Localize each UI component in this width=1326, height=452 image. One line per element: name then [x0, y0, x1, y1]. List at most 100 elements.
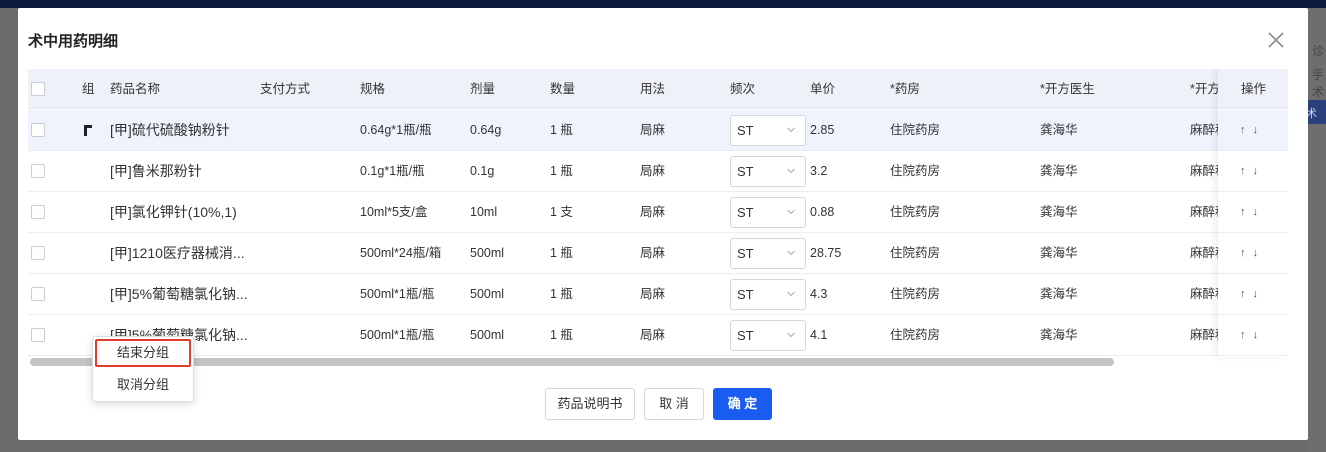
table-row[interactable]: [甲]5%葡萄糖氯化钠... 500ml*1瓶/瓶 500ml 1 瓶局麻 4.1 住院药…	[28, 315, 1288, 356]
frequency-value: ST	[737, 246, 754, 261]
group-start-marker	[84, 125, 92, 136]
frequency-value: ST	[737, 164, 754, 179]
dept-cell: 麻醉科	[1190, 246, 1218, 260]
col-pharmacy: *药房	[890, 82, 920, 96]
chevron-down-icon	[787, 291, 795, 297]
move-arrows[interactable]: ↑ ↓	[1240, 151, 1260, 191]
table-row[interactable]: [甲]鲁米那粉针 0.1g*1瓶/瓶 0.1g 1 瓶 局麻 3.2 住院药房 龚海华 麻醉科 S…	[28, 151, 1288, 192]
pharmacy-cell: 住院药房	[890, 164, 941, 178]
drug-instructions-button[interactable]: 药品说明书	[545, 388, 635, 420]
move-arrows[interactable]: ↑ ↓	[1240, 110, 1260, 150]
cancel-button[interactable]: 取 消	[644, 388, 704, 420]
move-arrows[interactable]: ↑ ↓	[1240, 274, 1260, 314]
drug-name: [甲]氯化钾针(10%,1)	[110, 204, 237, 220]
usage-cell: 局麻	[640, 287, 666, 301]
spec-cell: 0.1g*1瓶/瓶	[360, 164, 425, 178]
usage-cell: 局麻	[640, 205, 666, 219]
background-top-bar	[0, 0, 1326, 8]
frequency-select[interactable]: ST	[730, 238, 806, 269]
frequency-select[interactable]: ST	[730, 115, 806, 146]
row-checkbox[interactable]	[31, 205, 45, 219]
dose-cell: 0.64g	[470, 123, 502, 137]
qty-cell: 1 瓶	[550, 246, 573, 260]
price-cell: 3.2	[810, 164, 828, 178]
doctor-cell: 龚海华	[1040, 205, 1078, 219]
horizontal-scrollbar[interactable]	[28, 357, 1288, 367]
qty-cell: 1 瓶	[550, 328, 573, 342]
row-checkbox[interactable]	[31, 328, 45, 342]
qty-cell: 1 支	[550, 205, 573, 219]
spec-cell: 500ml*1瓶/瓶	[360, 287, 435, 301]
spec-cell: 500ml*1瓶/瓶	[360, 328, 435, 342]
drug-name: [甲]鲁米那粉针	[110, 163, 202, 179]
close-icon[interactable]	[1266, 30, 1286, 50]
pharmacy-cell: 住院药房	[890, 123, 941, 137]
drug-name: [甲]硫代硫酸钠粉针	[110, 122, 230, 138]
spec-cell: 500ml*24瓶/箱	[360, 246, 442, 260]
dose-cell: 500ml	[470, 287, 505, 301]
drug-name: [甲]5%葡萄糖氯化钠...	[110, 286, 248, 302]
chevron-down-icon	[787, 332, 795, 338]
col-freq: 频次	[730, 82, 756, 96]
col-payment: 支付方式	[260, 82, 311, 96]
col-dose: 剂量	[470, 82, 496, 96]
confirm-button[interactable]: 确 定	[713, 388, 772, 420]
drug-name: [甲]1210医疗器械消...	[110, 245, 245, 261]
background-label: 诊	[1312, 44, 1325, 58]
pharmacy-cell: 住院药房	[890, 328, 941, 342]
frequency-select[interactable]: ST	[730, 320, 806, 351]
drug-table: 组 药品名称 支付方式 规格 剂量 数量 用法 频次 单价 *药房 *开方医生 …	[28, 69, 1288, 369]
frequency-select[interactable]: ST	[730, 279, 806, 310]
move-arrows[interactable]: ↑ ↓	[1240, 233, 1260, 273]
qty-cell: 1 瓶	[550, 164, 573, 178]
frequency-select[interactable]: ST	[730, 156, 806, 187]
dept-cell: 麻醉科	[1190, 287, 1218, 301]
dose-cell: 500ml	[470, 328, 505, 342]
price-cell: 2.85	[810, 123, 835, 137]
usage-cell: 局麻	[640, 123, 666, 137]
dept-cell: 麻醉科	[1190, 123, 1218, 137]
select-all-checkbox[interactable]	[31, 82, 45, 96]
row-checkbox[interactable]	[31, 246, 45, 260]
dose-cell: 0.1g	[470, 164, 495, 178]
col-usage: 用法	[640, 82, 666, 96]
move-arrows[interactable]: ↑ ↓	[1240, 315, 1260, 355]
row-checkbox[interactable]	[31, 164, 45, 178]
doctor-cell: 龚海华	[1040, 123, 1078, 137]
price-cell: 28.75	[810, 246, 842, 260]
pharmacy-cell: 住院药房	[890, 205, 941, 219]
frequency-value: ST	[737, 123, 754, 138]
menu-item-cancel-group[interactable]: 取消分组	[93, 371, 193, 399]
row-checkbox[interactable]	[31, 287, 45, 301]
doctor-cell: 龚海华	[1040, 328, 1078, 342]
drug-detail-dialog: 术中用药明细 组 药品名称 支付方式 规格 剂量 数量 用法 频次 单价 *药房…	[18, 8, 1308, 440]
col-doctor: *开方医生	[1040, 82, 1095, 96]
col-price: 单价	[810, 82, 836, 96]
chevron-down-icon	[787, 127, 795, 133]
col-qty: 数量	[550, 82, 576, 96]
table-header: 组 药品名称 支付方式 规格 剂量 数量 用法 频次 单价 *药房 *开方医生 …	[28, 69, 1288, 109]
menu-item-end-group[interactable]: 结束分组	[95, 339, 191, 367]
usage-cell: 局麻	[640, 328, 666, 342]
chevron-down-icon	[787, 168, 795, 174]
chevron-down-icon	[787, 250, 795, 256]
usage-cell: 局麻	[640, 164, 666, 178]
row-checkbox[interactable]	[31, 123, 45, 137]
price-cell: 4.3	[810, 287, 828, 301]
doctor-cell: 龚海华	[1040, 164, 1078, 178]
table-row[interactable]: [甲]氯化钾针(10%,1) 10ml*5支/盒 10ml 1 支 局麻 0.88 住院药房…	[28, 192, 1288, 233]
col-spec: 规格	[360, 82, 386, 96]
table-row[interactable]: [甲]1210医疗器械消... 500ml*24瓶/箱 500ml 1 瓶 局麻 28.7…	[28, 233, 1288, 274]
dialog-title: 术中用药明细	[28, 33, 119, 50]
dept-cell: 麻醉科	[1190, 205, 1218, 219]
background-label: 手术	[1312, 68, 1325, 99]
chevron-down-icon	[787, 209, 795, 215]
price-cell: 4.1	[810, 328, 828, 342]
table-row[interactable]: [甲]硫代硫酸钠粉针 0.64g*1瓶/瓶 0.64g 1 瓶 局麻 2.85 住院药房 龚海…	[28, 110, 1288, 151]
move-arrows[interactable]: ↑ ↓	[1240, 192, 1260, 232]
table-row[interactable]: [甲]5%葡萄糖氯化钠... 500ml*1瓶/瓶 500ml 1 瓶 局麻 4.3 住院药…	[28, 274, 1288, 315]
frequency-select[interactable]: ST	[730, 197, 806, 228]
pharmacy-cell: 住院药房	[890, 246, 941, 260]
usage-cell: 局麻	[640, 246, 666, 260]
dose-cell: 10ml	[470, 205, 498, 219]
